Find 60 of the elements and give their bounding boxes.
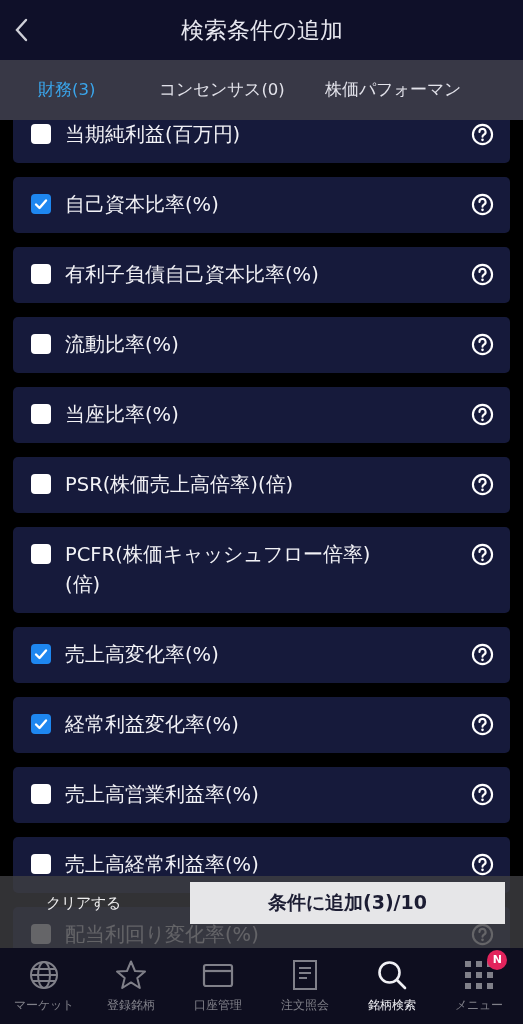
search-icon <box>376 958 409 991</box>
help-icon[interactable] <box>471 713 494 736</box>
help-icon[interactable] <box>471 333 494 356</box>
help-icon[interactable] <box>471 543 494 566</box>
nav-tab[interactable]: 銘柄検索 <box>348 948 436 1024</box>
condition-label: 売上高営業利益率(%) <box>65 782 260 808</box>
globe-icon <box>27 958 60 991</box>
back-icon[interactable] <box>14 18 28 42</box>
checkbox[interactable] <box>31 714 51 734</box>
condition-label: 当期純利益(百万円) <box>65 122 242 148</box>
category-tab[interactable]: 財務(3) <box>38 79 96 101</box>
condition-row[interactable]: 当座比率(%) <box>13 387 510 443</box>
checkbox[interactable] <box>31 474 51 494</box>
notification-badge: N <box>487 949 508 970</box>
help-icon[interactable] <box>471 783 494 806</box>
checkbox[interactable] <box>31 784 51 804</box>
nav-tab[interactable]: N メニュー <box>435 948 523 1024</box>
checkbox[interactable] <box>31 334 51 354</box>
condition-label: 有利子負債自己資本比率(%) <box>65 262 320 288</box>
help-icon[interactable] <box>471 193 494 216</box>
checkbox[interactable] <box>31 854 51 874</box>
condition-row[interactable]: 売上高営業利益率(%) <box>13 767 510 823</box>
help-icon[interactable] <box>471 403 494 426</box>
condition-label: PSR(株価売上高倍率)(倍) <box>65 472 295 498</box>
help-icon[interactable] <box>471 643 494 666</box>
condition-label: PCFR(株価キャッシュフロー倍率)(倍) <box>65 542 372 598</box>
page-title: 検索条件の追加 <box>180 15 343 45</box>
nav-tab[interactable]: マーケット <box>0 948 88 1024</box>
condition-row[interactable]: 売上高変化率(%) <box>13 627 510 683</box>
help-icon[interactable] <box>471 473 494 496</box>
condition-label: 経常利益変化率(%) <box>65 712 240 738</box>
condition-row[interactable]: 経常利益変化率(%) <box>13 697 510 753</box>
condition-row[interactable]: 当期純利益(百万円) <box>13 120 510 163</box>
checkbox[interactable] <box>31 544 51 564</box>
add-condition-button[interactable]: 条件に追加(3)/10 <box>190 882 505 924</box>
condition-label: 売上高変化率(%) <box>65 642 220 668</box>
checkbox[interactable] <box>31 404 51 424</box>
help-icon[interactable] <box>471 123 494 146</box>
condition-label: 売上高経常利益率(%) <box>65 852 260 878</box>
condition-label: 当座比率(%) <box>65 402 180 428</box>
checkbox[interactable] <box>31 264 51 284</box>
condition-label: 自己資本比率(%) <box>65 192 220 218</box>
checkbox[interactable] <box>31 124 51 144</box>
condition-row[interactable]: PCFR(株価キャッシュフロー倍率)(倍) <box>13 527 510 613</box>
category-tab[interactable]: コンセンサス(0) <box>159 79 285 101</box>
nav-tab[interactable]: 登録銘柄 <box>87 948 175 1024</box>
condition-label: 流動比率(%) <box>65 332 180 358</box>
condition-row[interactable]: 流動比率(%) <box>13 317 510 373</box>
star-icon <box>114 958 147 991</box>
checkbox[interactable] <box>31 644 51 664</box>
help-icon[interactable] <box>471 263 494 286</box>
nav-tab[interactable]: 口座管理 <box>174 948 262 1024</box>
nav-tab[interactable]: 注文照会 <box>261 948 349 1024</box>
clear-button[interactable]: クリアする <box>46 894 121 913</box>
help-icon[interactable] <box>471 853 494 876</box>
condition-row[interactable]: 自己資本比率(%) <box>13 177 510 233</box>
condition-row[interactable]: 有利子負債自己資本比率(%) <box>13 247 510 303</box>
condition-row[interactable]: PSR(株価売上高倍率)(倍) <box>13 457 510 513</box>
checkbox[interactable] <box>31 194 51 214</box>
category-tab[interactable]: 株価パフォーマン <box>324 79 461 101</box>
